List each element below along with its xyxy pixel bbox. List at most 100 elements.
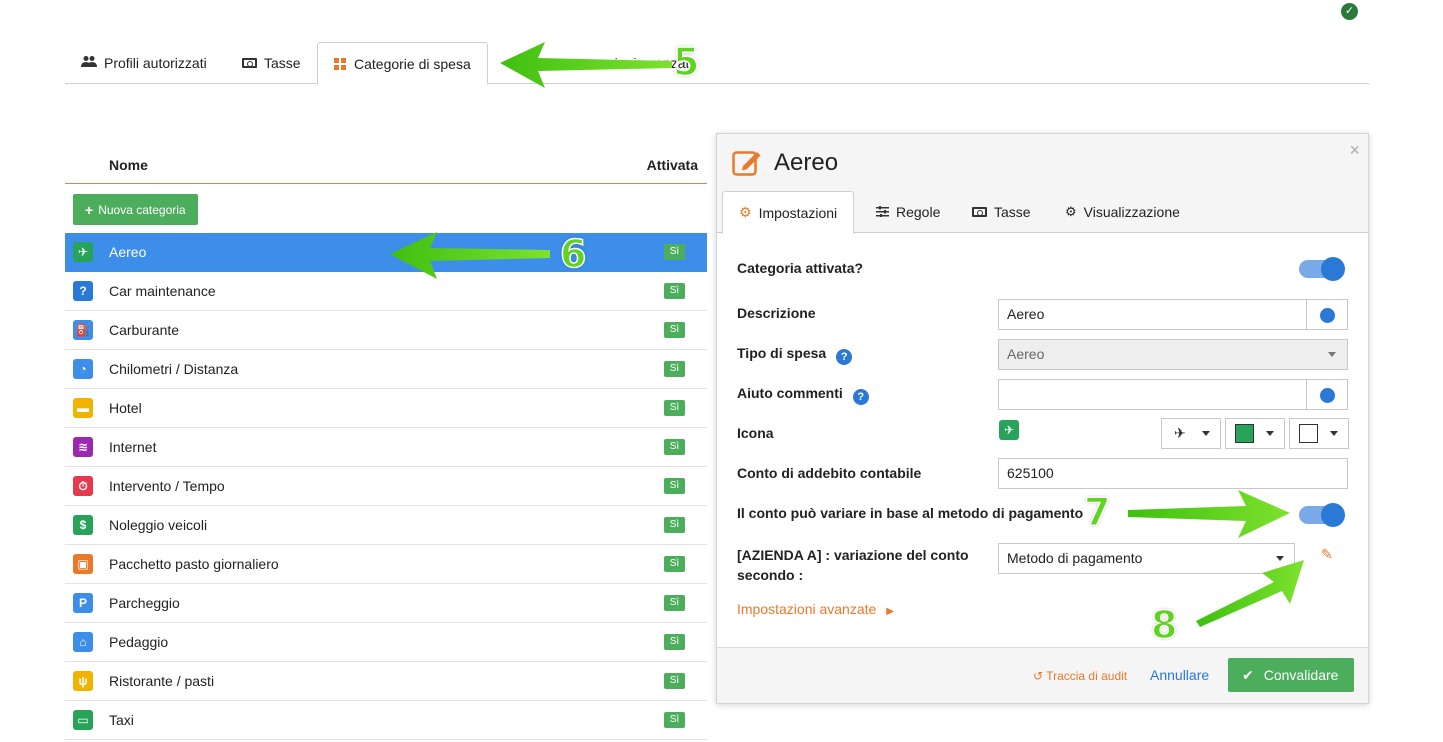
advanced-settings-link[interactable]: Impostazioni avanzate ▶ <box>737 601 894 617</box>
column-header-active: Attivata <box>646 157 698 173</box>
comment-help-input[interactable] <box>998 379 1307 410</box>
status-badge: Sì <box>664 439 685 455</box>
cancel-button[interactable]: Annullare <box>1150 667 1209 683</box>
account-label: Conto di addebito contabile <box>737 465 922 481</box>
toll-icon: ⌂ <box>73 632 93 652</box>
status-badge: Sì <box>664 634 685 650</box>
audit-trail-link[interactable]: ↺ Traccia di audit <box>1033 669 1127 683</box>
status-badge: Sì <box>664 361 685 377</box>
tab-impostazioni[interactable]: ⚙ Impostazioni <box>722 191 855 234</box>
list-item-label: Pacchetto pasto giornaliero <box>109 556 279 572</box>
status-badge: Sì <box>664 517 685 533</box>
pencil-icon[interactable]: ✎ <box>1321 546 1333 563</box>
payment-method-select[interactable]: Metodo di pagamento <box>998 543 1295 574</box>
new-category-button[interactable]: + Nuova categoria <box>73 194 198 225</box>
tab-categorie-di-spesa[interactable]: Categorie di spesa <box>317 42 488 85</box>
list-item[interactable]: ▣ Pacchetto pasto giornaliero Sì <box>65 545 707 584</box>
annotation-number-8: 8 <box>1150 602 1178 648</box>
list-item[interactable]: P Parcheggio Sì <box>65 584 707 623</box>
fuel-icon: ⛽ <box>73 320 93 340</box>
list-item-label: Intervento / Tempo <box>109 478 225 494</box>
status-badge: Sì <box>664 712 685 728</box>
list-item[interactable]: ▬ Hotel Sì <box>65 389 707 428</box>
category-edit-panel: Aereo × ⚙ Impostazioni Regole Tasse ⚙ Vi… <box>716 133 1369 704</box>
chevron-down-icon <box>1202 431 1210 436</box>
list-item[interactable]: ? Car maintenance Sì <box>65 272 707 311</box>
panel-tab-bar: ⚙ Impostazioni Regole Tasse ⚙ Visualizza… <box>717 186 1368 234</box>
list-item[interactable]: ⛽ Carburante Sì <box>65 311 707 350</box>
help-icon[interactable]: ? <box>852 389 869 405</box>
tab-regole[interactable]: Regole <box>860 191 956 233</box>
top-tab-bar: Profili autorizzati Tasse Categorie di s… <box>65 42 1369 85</box>
background-color-picker[interactable] <box>1289 418 1349 449</box>
check-icon: ✔ <box>1242 666 1254 683</box>
status-badge: Sì <box>664 556 685 572</box>
description-input[interactable]: Aereo <box>998 299 1307 330</box>
bed-icon: ▬ <box>73 398 93 418</box>
icon-picker[interactable]: ✈ <box>1161 418 1221 449</box>
taxi-icon: ▭ <box>73 710 93 730</box>
description-label: Descrizione <box>737 305 816 321</box>
list-item[interactable]: ◔ Chilometri / Distanza Sì <box>65 350 707 389</box>
vary-toggle[interactable] <box>1299 503 1345 527</box>
tab-profili-autorizzati[interactable]: Profili autorizzati <box>65 42 223 84</box>
list-item-label: Internet <box>109 439 157 455</box>
annotation-number-6: 6 <box>559 231 587 277</box>
help-icon[interactable]: ? <box>836 349 853 365</box>
icon-color-picker[interactable] <box>1225 418 1285 449</box>
stopwatch-icon: ⏱ <box>73 476 93 496</box>
account-input[interactable]: 625100 <box>998 458 1348 489</box>
list-item[interactable]: ▭ Taxi Sì <box>65 701 707 740</box>
briefcase-icon: ▣ <box>73 554 93 574</box>
list-item[interactable]: ⏱ Intervento / Tempo Sì <box>65 467 707 506</box>
active-toggle[interactable] <box>1299 257 1345 281</box>
tab-tasse[interactable]: Tasse <box>226 42 317 84</box>
list-item[interactable]: ✈ Aereo Sì <box>65 233 707 272</box>
category-rows: ✈ Aereo Sì? Car maintenance Sì ⛽ Carburante Sì ◔… <box>65 233 707 740</box>
gauge-icon: ◔ <box>73 359 93 379</box>
color-swatch <box>1235 424 1254 443</box>
tab-visualizzazione[interactable]: ⚙ Visualizzazione <box>1049 191 1196 233</box>
question-icon: ? <box>73 281 93 301</box>
list-item-label: Aereo <box>109 244 147 260</box>
cutlery-icon: ψ <box>73 671 93 691</box>
bill-icon <box>242 58 257 68</box>
list-item-label: Car maintenance <box>109 283 216 299</box>
plus-icon: + <box>85 201 94 218</box>
edit-icon <box>732 151 761 176</box>
chevron-down-icon <box>1330 431 1338 436</box>
panel-footer: ↺ Traccia di audit Annullare ✔ Convalida… <box>717 647 1368 703</box>
variation-label: [AZIENDA A] : variazione del conto secon… <box>737 547 969 583</box>
list-item[interactable]: ψ Ristorante / pasti Sì <box>65 662 707 701</box>
list-item[interactable]: ≋ Internet Sì <box>65 428 707 467</box>
globe-icon <box>1320 308 1335 323</box>
icon-label: Icona <box>737 425 774 441</box>
plane-icon: ✈ <box>1174 425 1186 441</box>
list-item[interactable]: $ Noleggio veicoli Sì <box>65 506 707 545</box>
chevron-down-icon <box>1276 556 1284 561</box>
status-badge: Sì <box>664 244 685 260</box>
chevron-down-icon <box>1266 431 1274 436</box>
list-item[interactable]: ⌂ Pedaggio Sì <box>65 623 707 662</box>
plane-icon: ✈ <box>999 420 1019 440</box>
status-badge: Sì <box>664 400 685 416</box>
expense-type-label: Tipo di spesa? <box>737 345 853 365</box>
list-item-label: Chilometri / Distanza <box>109 361 239 377</box>
translate-comment-button[interactable] <box>1306 379 1348 410</box>
gear-icon: ⚙ <box>739 204 752 220</box>
cogs-icon: ⚙ <box>1065 204 1077 219</box>
confirm-button[interactable]: ✔ Convalidare <box>1228 658 1354 692</box>
chevron-down-icon <box>1328 352 1336 357</box>
list-item-label: Hotel <box>109 400 142 416</box>
tab-tasse-panel[interactable]: Tasse <box>956 191 1047 233</box>
category-list: Nome Attivata + Nuova categoria ✈ Aereo Sì… <box>65 140 707 740</box>
panel-header: Aereo × <box>717 134 1368 186</box>
close-icon[interactable]: × <box>1349 140 1360 161</box>
parking-icon: P <box>73 593 93 613</box>
translate-description-button[interactable] <box>1306 299 1348 330</box>
money-icon: $ <box>73 515 93 535</box>
grid-icon <box>334 57 346 70</box>
status-badge: Sì <box>664 322 685 338</box>
list-item-label: Noleggio veicoli <box>109 517 208 533</box>
annotation-number-5: 5 <box>672 39 700 85</box>
